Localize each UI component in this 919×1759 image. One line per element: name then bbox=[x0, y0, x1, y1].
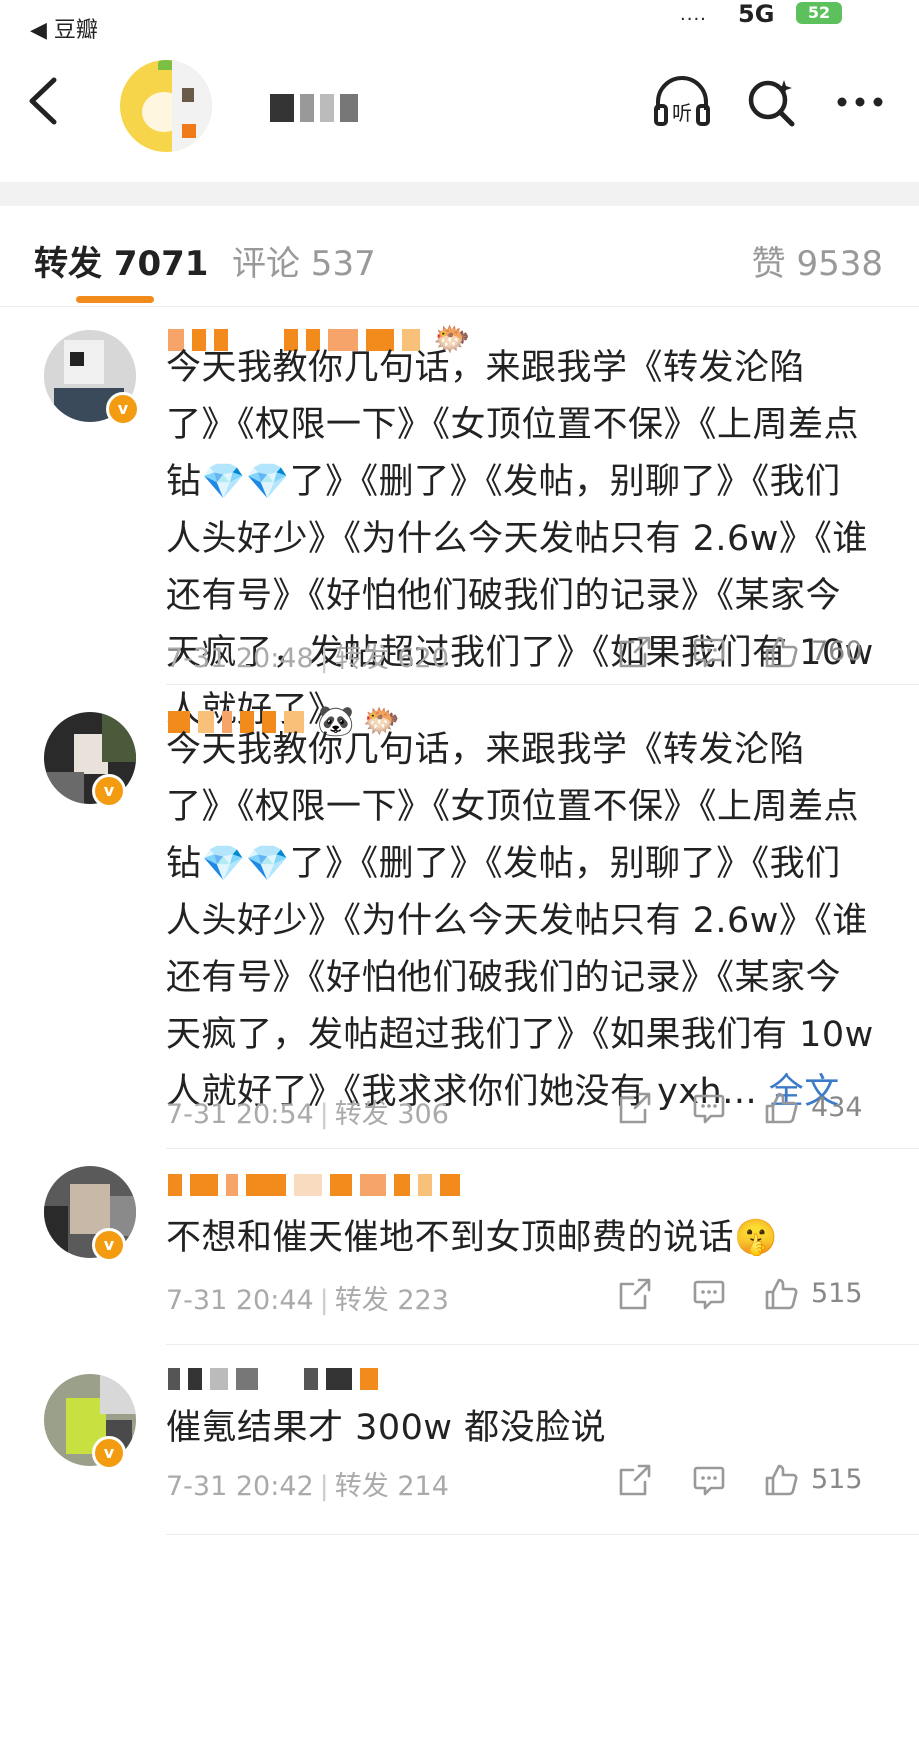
comment-button[interactable] bbox=[691, 1276, 727, 1316]
like-button[interactable]: 434 bbox=[763, 1090, 863, 1130]
chevron-left-icon bbox=[29, 77, 57, 125]
username-masked[interactable] bbox=[168, 1174, 468, 1204]
divider bbox=[166, 1148, 919, 1149]
headphones-icon: 听 bbox=[654, 76, 710, 126]
like-button[interactable]: 515 bbox=[763, 1276, 863, 1316]
comment-icon bbox=[693, 1094, 725, 1124]
post-content: 今天我教你几句话，来跟我学《转发沦陷了》《权限一下》《女顶位置不保》《上周差点钻… bbox=[166, 730, 874, 1112]
like-count: 515 bbox=[811, 1464, 863, 1495]
listen-button[interactable]: 听 bbox=[652, 76, 710, 128]
share-icon bbox=[619, 1278, 651, 1310]
divider bbox=[166, 1534, 919, 1535]
verified-badge-icon: v bbox=[106, 392, 140, 426]
like-count: 760 bbox=[811, 636, 863, 667]
thumbs-up-icon bbox=[765, 1278, 798, 1310]
back-to-app-link[interactable]: ◀ 豆瓣 bbox=[30, 12, 98, 44]
post-content: 不想和催天催地不到女顶邮费的说话🤫 bbox=[166, 1218, 779, 1258]
section-divider bbox=[0, 182, 919, 206]
verified-badge-icon: v bbox=[92, 1436, 126, 1470]
top-nav: 听 bbox=[0, 52, 919, 152]
share-icon bbox=[619, 636, 651, 668]
active-tab-indicator bbox=[76, 296, 154, 303]
comment-button[interactable] bbox=[691, 1090, 727, 1130]
divider bbox=[166, 1344, 919, 1345]
comment-button[interactable] bbox=[691, 1462, 727, 1502]
post-meta: 7-31 20:48 | 转发 620 bbox=[166, 643, 449, 674]
post-meta: 7-31 20:44 | 转发 223 bbox=[166, 1285, 449, 1316]
like-count: 434 bbox=[811, 1092, 863, 1123]
share-icon bbox=[619, 1464, 651, 1496]
verified-badge-icon: v bbox=[92, 774, 126, 808]
thumbs-up-icon bbox=[765, 1092, 798, 1124]
signal-icon: .... bbox=[680, 4, 707, 25]
svg-text:听: 听 bbox=[672, 101, 692, 125]
more-button[interactable] bbox=[834, 76, 886, 128]
tab-like[interactable]: 赞 9538 bbox=[752, 236, 883, 285]
share-icon bbox=[619, 1092, 651, 1124]
share-button[interactable] bbox=[617, 1090, 653, 1130]
repost-count[interactable]: 转发 620 bbox=[335, 643, 449, 674]
post-content: 今天我教你几句话，来跟我学《转发沦陷了》《权限一下》《女顶位置不保》《上周差点钻… bbox=[166, 348, 874, 730]
comment-button[interactable] bbox=[691, 634, 727, 674]
verified-badge-icon: v bbox=[92, 1228, 126, 1262]
post-time: 7-31 20:54 bbox=[166, 1099, 314, 1130]
interaction-tabs: 转发 7071 评论 537 赞 9538 bbox=[0, 206, 919, 307]
post-time: 7-31 20:44 bbox=[166, 1285, 314, 1316]
comment-icon bbox=[693, 1466, 725, 1496]
share-button[interactable] bbox=[617, 634, 653, 674]
thumbs-up-icon bbox=[765, 1464, 798, 1496]
post-actions: 434 bbox=[617, 1090, 887, 1130]
comment-icon bbox=[693, 1280, 725, 1310]
more-dots-icon bbox=[837, 97, 883, 107]
thumbs-up-icon bbox=[765, 636, 798, 668]
network-label: 5G bbox=[738, 0, 775, 28]
battery-icon: 52 bbox=[796, 2, 842, 24]
post-content: 催氪结果才 300w 都没脸说 bbox=[166, 1408, 607, 1448]
username-masked[interactable] bbox=[168, 1368, 386, 1398]
post-meta: 7-31 20:42 | 转发 214 bbox=[166, 1471, 449, 1502]
author-avatar[interactable] bbox=[120, 60, 212, 152]
like-button[interactable]: 760 bbox=[763, 634, 863, 674]
back-button[interactable] bbox=[24, 74, 64, 128]
post-time: 7-31 20:48 bbox=[166, 643, 314, 674]
post-time: 7-31 20:42 bbox=[166, 1471, 314, 1502]
divider bbox=[166, 684, 919, 685]
like-button[interactable]: 515 bbox=[763, 1462, 863, 1502]
post-actions: 760 bbox=[617, 634, 887, 674]
repost-count[interactable]: 转发 223 bbox=[335, 1285, 449, 1316]
search-sparkle-icon bbox=[748, 80, 795, 127]
tab-repost[interactable]: 转发 7071 bbox=[34, 236, 208, 285]
share-button[interactable] bbox=[617, 1276, 653, 1316]
repost-count[interactable]: 转发 306 bbox=[335, 1099, 449, 1130]
tab-comment[interactable]: 评论 537 bbox=[232, 236, 376, 285]
post-meta: 7-31 20:54 | 转发 306 bbox=[166, 1099, 449, 1130]
author-name-masked[interactable] bbox=[270, 94, 364, 124]
share-button[interactable] bbox=[617, 1462, 653, 1502]
like-count: 515 bbox=[811, 1278, 863, 1309]
repost-count[interactable]: 转发 214 bbox=[335, 1471, 449, 1502]
status-bar: ◀ 豆瓣 .... 5G 52 bbox=[0, 0, 919, 52]
search-button[interactable] bbox=[746, 76, 798, 128]
post-actions: 515 bbox=[617, 1462, 887, 1502]
comment-icon bbox=[693, 638, 725, 668]
post-actions: 515 bbox=[617, 1276, 887, 1316]
